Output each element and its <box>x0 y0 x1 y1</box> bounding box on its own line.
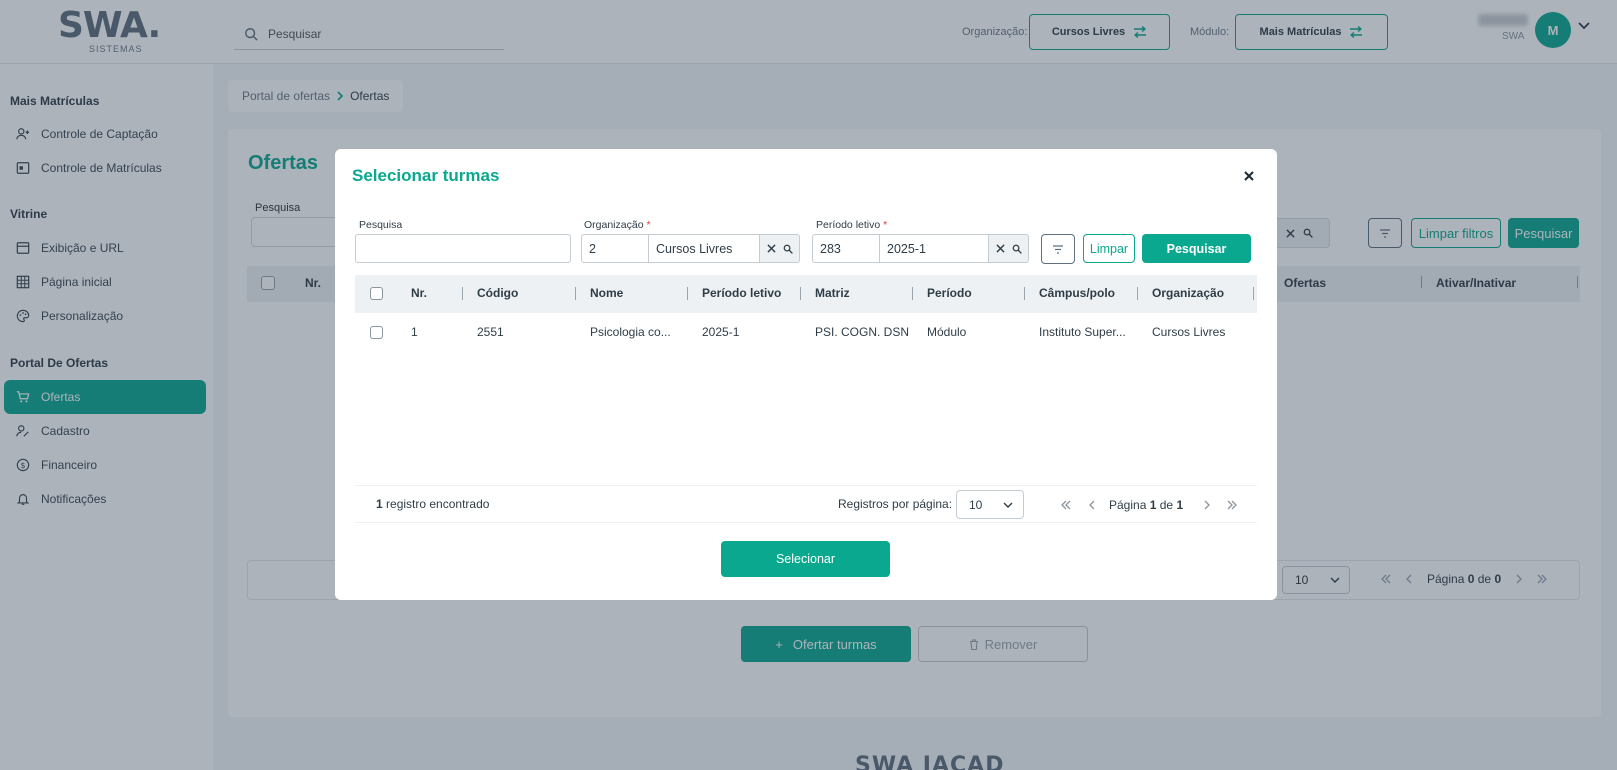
chevron-down-icon <box>1003 502 1013 508</box>
column-header-nr[interactable]: Nr. <box>411 286 427 300</box>
column-header-campus[interactable]: Câmpus/polo <box>1039 286 1115 300</box>
column-separator <box>687 287 688 300</box>
column-header-periodo-letivo[interactable]: Período letivo <box>702 286 781 300</box>
record-count: 1 registro encontrado <box>376 497 490 511</box>
cell-codigo: 2551 <box>477 325 504 339</box>
last-page-button[interactable] <box>1219 500 1245 510</box>
period-filter-label: Período letivo * <box>816 219 888 231</box>
clear-icon[interactable] <box>995 244 1005 253</box>
first-page-icon <box>1061 500 1071 509</box>
modal-filter-button[interactable] <box>1041 234 1075 264</box>
cell-nome: Psicologia co... <box>590 325 671 339</box>
column-separator <box>800 287 801 300</box>
previous-page-button[interactable] <box>1079 500 1105 510</box>
next-page-button[interactable] <box>1193 500 1219 510</box>
filter-icon <box>1053 244 1063 254</box>
per-page-select[interactable]: 10 <box>956 490 1024 519</box>
column-separator <box>1024 287 1025 300</box>
column-separator <box>575 287 576 300</box>
page-indicator: Página 1 de 1 <box>1109 497 1184 512</box>
period-actions <box>989 234 1029 263</box>
close-icon[interactable] <box>1242 169 1256 183</box>
first-page-button[interactable] <box>1053 500 1079 510</box>
clear-icon[interactable] <box>766 244 776 253</box>
cell-periodo: Módulo <box>927 325 967 339</box>
column-separator <box>1253 287 1254 300</box>
row-checkbox[interactable] <box>370 326 383 339</box>
modal-pagination: Página 1 de 1 <box>1053 490 1245 519</box>
column-separator <box>1137 287 1138 300</box>
cell-campus: Instituto Super... <box>1039 325 1126 339</box>
modal-title: Selecionar turmas <box>352 166 500 185</box>
modal-search-input[interactable] <box>355 234 571 263</box>
per-page-value: 10 <box>969 497 983 512</box>
cell-periodo-letivo: 2025-1 <box>702 325 740 339</box>
column-header-nome[interactable]: Nome <box>590 286 623 300</box>
column-separator <box>462 287 463 300</box>
column-header-codigo[interactable]: Código <box>477 286 518 300</box>
column-separator <box>912 287 913 300</box>
column-header-organizacao[interactable]: Organização <box>1152 286 1224 300</box>
next-page-icon <box>1204 500 1210 509</box>
organization-code-input[interactable]: 2 <box>581 234 649 263</box>
period-name-input[interactable]: 2025-1 <box>879 234 989 263</box>
search-label: Pesquisa <box>359 219 403 231</box>
clear-button[interactable]: Limpar <box>1083 234 1135 263</box>
organization-name-input[interactable]: Cursos Livres <box>648 234 760 263</box>
column-header-periodo[interactable]: Período <box>927 286 972 300</box>
modal-search-button[interactable]: Pesquisar <box>1142 234 1251 263</box>
organization-filter-label: Organização * <box>584 219 651 231</box>
cell-matriz: PSI. COGN. DSN <box>815 325 910 339</box>
search-icon[interactable] <box>1012 244 1022 254</box>
period-code-input[interactable]: 283 <box>812 234 880 263</box>
select-classes-modal: Selecionar turmas Pesquisa Organização *… <box>335 149 1277 600</box>
organization-actions <box>760 234 800 263</box>
cell-nr: 1 <box>411 325 418 339</box>
per-page-label: Registros por página: <box>838 497 953 511</box>
select-all-checkbox[interactable] <box>370 287 383 300</box>
select-button[interactable]: Selecionar <box>721 541 890 577</box>
cell-organizacao: Cursos Livres <box>1152 325 1226 339</box>
last-page-icon <box>1227 500 1238 509</box>
previous-page-icon <box>1088 500 1094 509</box>
search-icon[interactable] <box>783 244 793 254</box>
column-header-matriz[interactable]: Matriz <box>815 286 850 300</box>
